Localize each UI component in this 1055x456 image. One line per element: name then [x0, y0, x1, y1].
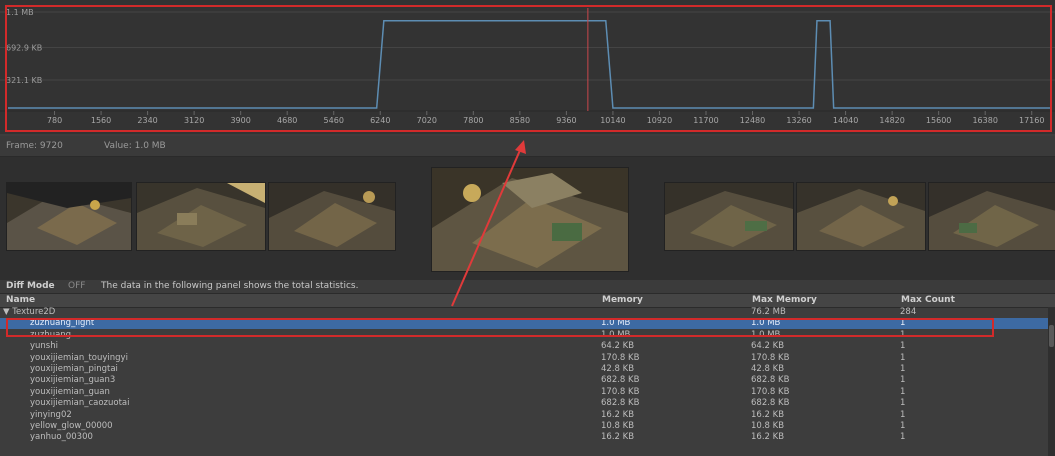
arrow-line	[451, 147, 522, 307]
arrow-head	[515, 140, 526, 154]
annotation-arrow	[451, 140, 526, 307]
